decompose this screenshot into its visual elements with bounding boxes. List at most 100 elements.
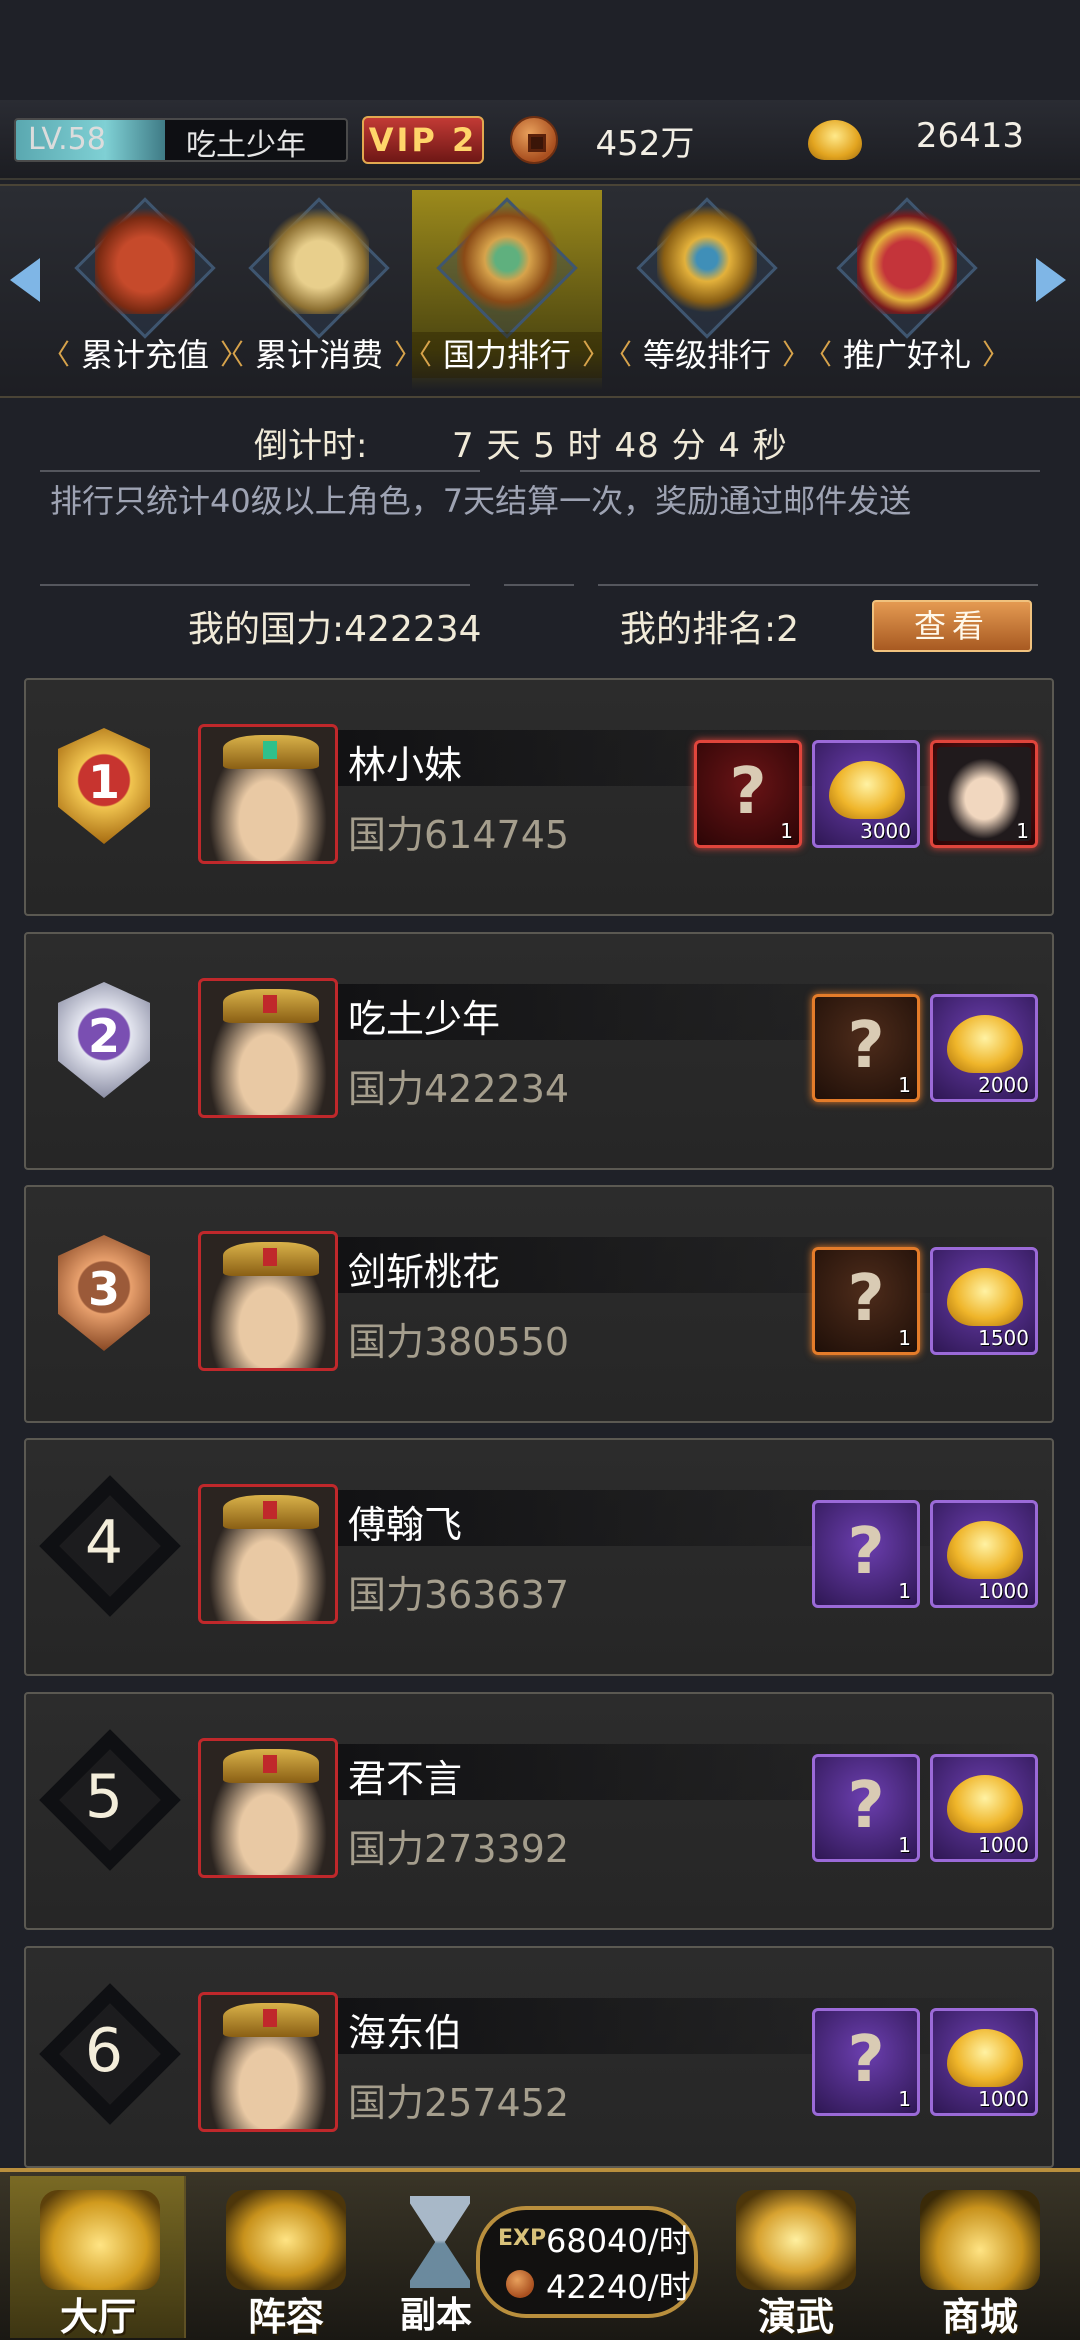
- mystery-reward-icon[interactable]: ? 1: [812, 1754, 920, 1862]
- tab-label: 推广好礼: [804, 332, 1010, 378]
- gold-ingot-reward-icon[interactable]: 3000: [812, 740, 920, 848]
- avatar[interactable]: [198, 1484, 338, 1624]
- crossed-swords-icon: [736, 2190, 856, 2290]
- tab-label: 累计充值: [42, 332, 248, 378]
- rank-medal-gold-icon: 1: [36, 718, 172, 854]
- my-power: 我的国力:422234: [188, 609, 482, 650]
- tab-power-ranking[interactable]: 国力排行: [404, 190, 610, 390]
- view-button[interactable]: 查看: [872, 600, 1032, 652]
- tab-promotion-gift[interactable]: 推广好礼: [804, 190, 1010, 390]
- nav-arena[interactable]: 演武: [706, 2176, 886, 2339]
- ranking-row[interactable]: 5 君不言 国力273392 ? 1 1000: [24, 1692, 1054, 1930]
- player-name: 傅翰飞: [348, 1503, 463, 1547]
- treasure-chest-icon: [920, 2190, 1040, 2290]
- palace-icon: [40, 2190, 160, 2290]
- player-name: 吃土少年: [348, 997, 501, 1041]
- tab-recharge[interactable]: 累计充值: [42, 190, 248, 390]
- avatar[interactable]: [198, 978, 338, 1118]
- nav-lineup[interactable]: 阵容: [196, 2176, 376, 2339]
- golden-trophy-icon: [657, 204, 757, 314]
- exp-rate: 68040/时: [546, 2222, 691, 2260]
- banner-flag-icon: [226, 2190, 346, 2290]
- tab-label: 累计消费: [216, 332, 422, 378]
- player-power: 国力380550: [348, 1320, 570, 1364]
- countdown-label: 倒计时:: [254, 426, 368, 466]
- my-rank: 我的排名:2: [620, 609, 800, 650]
- treasure-chest-icon: [95, 204, 195, 314]
- rank-knot-icon: 5: [36, 1729, 181, 1871]
- player-name: 林小妹: [348, 743, 463, 787]
- mystery-reward-icon[interactable]: ? 1: [812, 1500, 920, 1608]
- player-name: 剑斩桃花: [348, 1250, 501, 1294]
- money-bag-icon: [269, 204, 369, 314]
- mystery-reward-icon[interactable]: ? 1: [694, 740, 802, 848]
- avatar[interactable]: [198, 724, 338, 864]
- player-power: 国力363637: [348, 1573, 570, 1617]
- ranking-row[interactable]: 1 林小妹 国力614745 ? 1 3000 1: [24, 678, 1054, 916]
- nav-shop[interactable]: 商城: [890, 2176, 1070, 2339]
- rank-number: 1: [58, 728, 150, 844]
- rank-knot-icon: 4: [36, 1475, 181, 1617]
- rank-medal-bronze-icon: 3: [36, 1225, 172, 1361]
- nav-label: 大厅: [59, 2295, 136, 2339]
- gold-ingot-icon: [808, 120, 862, 160]
- reward-list: ? 1 1500: [812, 1247, 1038, 1359]
- coin-rate: 42240/时: [546, 2268, 691, 2306]
- divider: [40, 584, 470, 586]
- avatar[interactable]: [198, 1231, 338, 1371]
- copper-amount: 452万: [595, 124, 695, 164]
- rank-number: 5: [84, 1762, 124, 1832]
- mystery-reward-icon[interactable]: ? 1: [812, 1247, 920, 1355]
- gold-ingot-reward-icon[interactable]: 2000: [930, 994, 1038, 1102]
- level-bar[interactable]: LV.58 吃土少年: [14, 118, 348, 162]
- level-label: LV.58: [28, 122, 106, 157]
- reward-list: ? 1 1000: [812, 1754, 1038, 1866]
- gift-box-icon: [857, 204, 957, 314]
- avatar[interactable]: [198, 1992, 338, 2132]
- mystery-reward-icon[interactable]: ? 1: [812, 994, 920, 1102]
- divider: [598, 584, 1038, 586]
- tab-label: 等级排行: [604, 332, 810, 378]
- ranking-row[interactable]: 3 剑斩桃花 国力380550 ? 1 1500: [24, 1185, 1054, 1423]
- tab-level-ranking[interactable]: 等级排行: [604, 190, 810, 390]
- reward-list: ? 1 1000: [812, 1500, 1038, 1612]
- hero-portrait-reward-icon[interactable]: 1: [930, 740, 1038, 848]
- nav-label: 演武: [757, 2295, 834, 2339]
- reward-list: ? 1 3000 1: [694, 740, 1038, 852]
- ranking-row[interactable]: 4 傅翰飞 国力363637 ? 1 1000: [24, 1438, 1054, 1676]
- player-power: 国力273392: [348, 1827, 570, 1871]
- gold-ingot-reward-icon[interactable]: 1000: [930, 1754, 1038, 1862]
- rank-knot-icon: 6: [36, 1983, 181, 2125]
- tab-consumption[interactable]: 累计消费: [216, 190, 422, 390]
- crossed-swords-emblem-icon: [457, 204, 557, 314]
- vip-badge[interactable]: VIP 2: [362, 116, 484, 164]
- rank-number: 4: [84, 1508, 124, 1578]
- divider: [504, 584, 574, 586]
- gold-amount: 26413: [915, 116, 1025, 156]
- ranking-row[interactable]: 2 吃土少年 国力422234 ? 1 2000: [24, 932, 1054, 1170]
- player-power: 国力257452: [348, 2081, 570, 2125]
- avatar[interactable]: [198, 1738, 338, 1878]
- ranking-row[interactable]: 6 海东伯 国力257452 ? 1 1000: [24, 1946, 1054, 2168]
- ranking-rule-text: 排行只统计40级以上角色，7天结算一次，奖励通过邮件发送: [50, 482, 912, 520]
- player-name: 吃土少年: [186, 128, 306, 162]
- player-power: 国力422234: [348, 1067, 570, 1111]
- player-power: 国力614745: [348, 813, 570, 857]
- exp-tag: EXP: [498, 2226, 547, 2251]
- gold-ingot-reward-icon[interactable]: 1000: [930, 1500, 1038, 1608]
- nav-hall[interactable]: 大厅: [10, 2176, 186, 2339]
- player-name: 君不言: [348, 1757, 463, 1801]
- nav-label: 商城: [941, 2295, 1018, 2339]
- gold-ingot-reward-icon[interactable]: 1000: [930, 2008, 1038, 2116]
- mystery-reward-icon[interactable]: ? 1: [812, 2008, 920, 2116]
- nav-dungeon-label[interactable]: 副本: [400, 2286, 472, 2338]
- reward-list: ? 1 1000: [812, 2008, 1038, 2120]
- tab-label: 国力排行: [404, 332, 610, 378]
- rank-medal-silver-icon: 2: [36, 972, 172, 1108]
- rank-number: 3: [58, 1235, 150, 1351]
- divider: [520, 470, 1040, 472]
- gold-ingot-reward-icon[interactable]: 1500: [930, 1247, 1038, 1355]
- rank-number: 6: [84, 2016, 124, 2086]
- nav-label: 阵容: [247, 2295, 324, 2339]
- reward-list: ? 1 2000: [812, 994, 1038, 1106]
